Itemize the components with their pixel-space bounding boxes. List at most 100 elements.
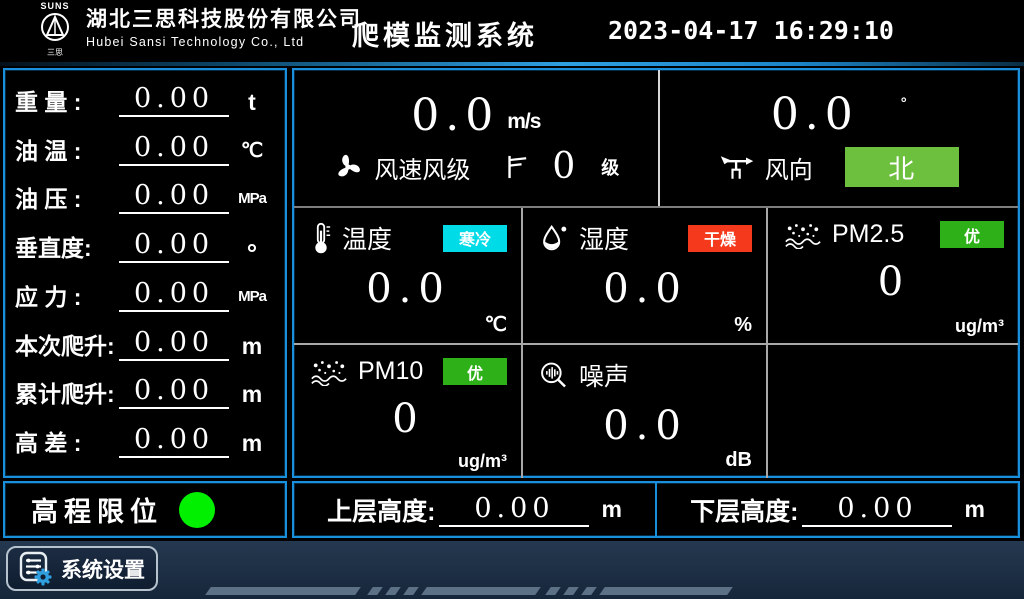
metric-value: 0.00 [119, 425, 229, 458]
wind-direction-value: 0.0 [771, 91, 859, 139]
sensor-value: 0 [784, 259, 1004, 305]
footer-decoration-slash [385, 587, 401, 595]
sensor-unit: dB [725, 449, 752, 472]
company-name-en: Hubei Sansi Technology Co., Ltd [86, 33, 362, 51]
footer-decoration-slash [545, 587, 561, 595]
wind-direction-label: 风向 [765, 150, 813, 185]
wind-direction-unit: ° [901, 95, 907, 112]
suns-logo-icon [39, 11, 71, 43]
sensor-cell-pm10: PM10 优 0 ug/m³ [294, 345, 523, 478]
metric-value: 0.00 [119, 84, 229, 117]
metrics-panel: 重 量 : 0.00 t 油 温 : 0.00 ℃ 油 压 : 0.00 MPa… [3, 68, 287, 478]
metric-row-stress: 应 力 : 0.00 MPa [15, 279, 275, 312]
sensor-label: 湿度 [579, 220, 629, 256]
metric-row-weight: 重 量 : 0.00 t [15, 84, 275, 117]
metric-row-oil-temp: 油 温 : 0.00 ℃ [15, 133, 275, 166]
humidity-status-badge: 干燥 [688, 225, 752, 252]
lower-height-cell: 下层高度: 0.00 m [655, 483, 1018, 536]
sensor-label: 噪声 [579, 357, 629, 393]
wind-speed-unit: m/s [507, 110, 540, 134]
dust-particles-icon [310, 358, 348, 386]
wind-level-unit: 级 [601, 154, 619, 180]
metric-value: 0.00 [119, 230, 229, 263]
company-name: 湖北三思科技股份有限公司 Hubei Sansi Technology Co.,… [86, 7, 362, 51]
droplet-icon [539, 222, 569, 254]
wind-speed-section: 0.0 m/s 风速风级 [294, 70, 660, 206]
metric-unit: m [229, 428, 275, 458]
sensor-value: 0.0 [539, 266, 752, 312]
wind-speed-label: 风速风级 [374, 150, 470, 185]
header-divider [0, 62, 1024, 66]
metric-label: 应 力 : [15, 282, 119, 312]
metric-value: 0.00 [119, 133, 229, 166]
metric-row-current-climb: 本次爬升: 0.00 m [15, 328, 275, 361]
metric-row-oil-pressure: 油 压 : 0.00 MPa [15, 181, 275, 214]
sensor-cell-empty [768, 345, 1018, 478]
elevation-limit-label: 高程限位 [31, 490, 163, 529]
lower-height-value: 0.00 [802, 493, 952, 527]
pm25-status-badge: 优 [940, 221, 1004, 248]
upper-height-unit: m [601, 496, 621, 523]
metric-label: 高 差 : [15, 428, 119, 458]
upper-height-cell: 上层高度: 0.00 m [294, 483, 655, 536]
sensor-unit: ug/m³ [955, 316, 1004, 337]
sensor-label: PM10 [358, 357, 423, 386]
sensor-value: 0 [310, 396, 507, 442]
sensor-unit: ℃ [485, 312, 507, 337]
sensor-grid: 温度 寒冷 0.0 ℃ 湿度 干燥 0.0 % [294, 206, 1018, 478]
thermometer-icon [310, 221, 332, 255]
elevation-limit-box: 高程限位 [3, 481, 287, 538]
system-settings-label: 系统设置 [61, 554, 145, 584]
footer-decoration-bar [599, 587, 733, 595]
wind-level-value: 0 [552, 148, 575, 186]
wind-row: 0.0 m/s 风速风级 [294, 70, 1018, 206]
elevation-limit-status-light [179, 492, 215, 528]
wind-vane-icon [719, 153, 755, 181]
metric-label: 本次爬升: [15, 331, 119, 361]
noise-meter-icon [539, 360, 569, 391]
settings-sliders-gear-icon [19, 551, 53, 587]
metric-value: 0.00 [119, 328, 229, 361]
pm10-status-badge: 优 [443, 358, 507, 385]
sensor-unit: % [734, 314, 752, 337]
upper-height-label: 上层高度: [327, 492, 435, 528]
dust-particles-icon [784, 221, 822, 249]
sensor-unit: ug/m³ [458, 451, 507, 472]
footer-decoration-bar [205, 587, 361, 595]
metric-unit: MPa [229, 282, 275, 312]
wind-direction-section: 0.0 ° 风向 北 [660, 70, 1018, 206]
lower-height-label: 下层高度: [690, 492, 798, 528]
wind-level-icon [504, 153, 528, 181]
metric-row-height-diff: 高 差 : 0.00 m [15, 425, 275, 458]
company-name-cn: 湖北三思科技股份有限公司 [86, 7, 362, 33]
metric-value: 0.00 [119, 279, 229, 312]
metric-label: 垂直度: [15, 233, 119, 263]
metric-row-verticality: 垂直度: 0.00 ° [15, 230, 275, 263]
metric-unit: t [229, 87, 275, 117]
metric-row-total-climb: 累计爬升: 0.00 m [15, 376, 275, 409]
wind-direction-badge: 北 [845, 147, 959, 187]
header: SUNS 三思 湖北三思科技股份有限公司 Hubei Sansi Technol… [0, 0, 1024, 62]
fan-icon [332, 151, 364, 183]
metric-label: 油 温 : [15, 136, 119, 166]
metric-unit: ℃ [229, 136, 275, 166]
logo-text-bottom: 三思 [28, 48, 82, 57]
sensor-cell-pm25: PM2.5 优 0 ug/m³ [768, 208, 1018, 345]
footer-decoration-slash [367, 587, 383, 595]
footer-decoration-slash [403, 587, 419, 595]
metric-value: 0.00 [119, 376, 229, 409]
metric-unit: m [229, 379, 275, 409]
environment-panel: 0.0 m/s 风速风级 [292, 68, 1020, 478]
metric-unit: MPa [229, 184, 275, 214]
metric-unit: ° [229, 243, 275, 263]
footer-bar: 系统设置 [0, 541, 1024, 599]
sensor-label: 温度 [342, 220, 392, 256]
footer-decoration-bar [421, 587, 541, 595]
metric-label: 油 压 : [15, 184, 119, 214]
upper-height-value: 0.00 [439, 493, 589, 527]
lower-height-unit: m [964, 496, 984, 523]
footer-decoration-slash [563, 587, 579, 595]
logo-text-top: SUNS [28, 1, 82, 11]
wind-speed-value: 0.0 [411, 92, 499, 140]
system-settings-button[interactable]: 系统设置 [6, 546, 158, 591]
